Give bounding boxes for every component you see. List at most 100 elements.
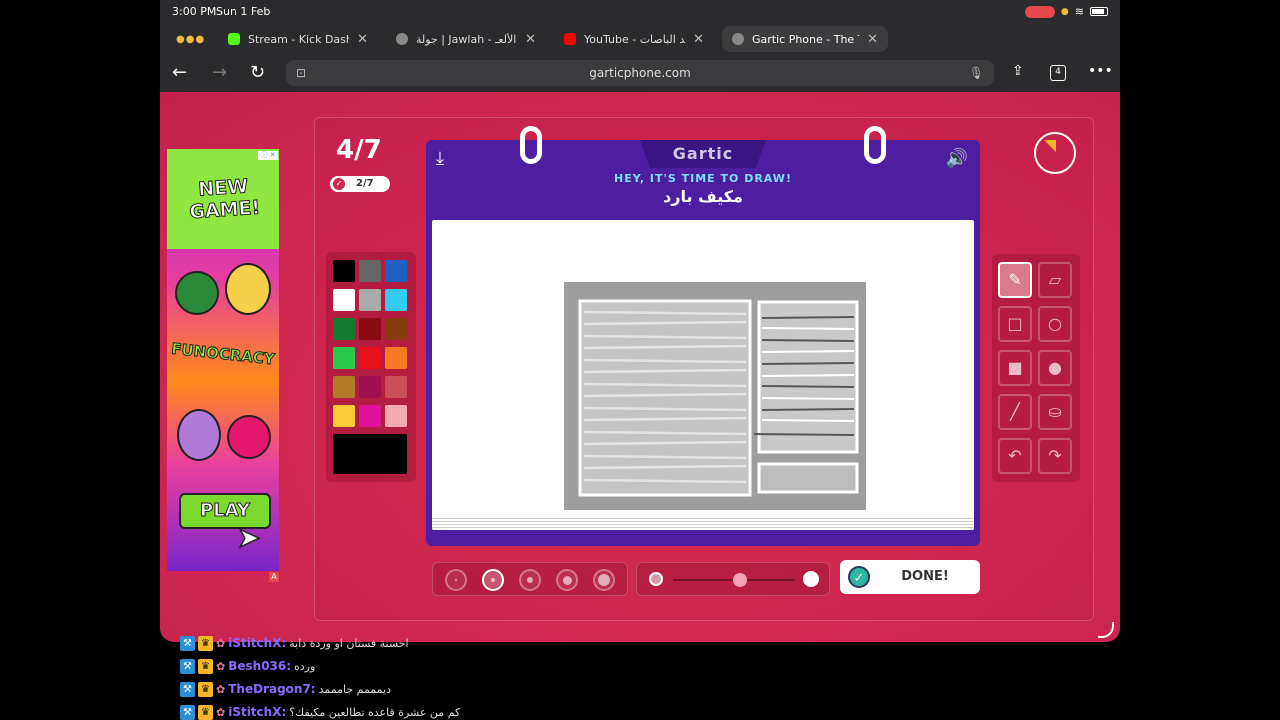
opacity-slider[interactable] bbox=[636, 562, 830, 596]
tab-count-button[interactable]: 4 bbox=[1050, 65, 1066, 81]
flower-badge-icon: ✿ bbox=[216, 659, 226, 673]
color-swatch[interactable] bbox=[333, 289, 355, 311]
color-swatch[interactable] bbox=[333, 347, 355, 369]
ad-headline: NEW GAME! bbox=[188, 175, 261, 224]
chat-username[interactable]: iStitchX: bbox=[228, 636, 286, 650]
color-swatch[interactable] bbox=[359, 289, 381, 311]
flower-badge-icon: ✿ bbox=[216, 636, 226, 650]
chat-username[interactable]: TheDragon7: bbox=[228, 682, 315, 696]
crown-badge-icon: ♛ bbox=[198, 681, 213, 697]
color-swatch[interactable] bbox=[385, 260, 407, 282]
bucket-icon[interactable]: ⛀ bbox=[1038, 394, 1072, 430]
color-swatch[interactable] bbox=[359, 347, 381, 369]
url-text: garticphone.com bbox=[589, 66, 691, 80]
chat-message: ⚒ ♛ ✿ iStitchX: كم من عشرة قاعده تطالعين مكي… bbox=[180, 703, 460, 720]
chat-username[interactable]: Besh036: bbox=[228, 659, 291, 673]
color-swatch[interactable] bbox=[385, 289, 407, 311]
ad-flag[interactable]: A bbox=[269, 572, 279, 582]
redo-icon[interactable]: ↷ bbox=[1038, 438, 1072, 474]
status-bar: 3:00 PM Sun 1 Feb ● ≋ bbox=[160, 0, 1120, 24]
brush-dot bbox=[455, 579, 457, 581]
color-swatch[interactable] bbox=[359, 318, 381, 340]
color-palette bbox=[326, 252, 416, 482]
drawing-canvas[interactable] bbox=[432, 220, 974, 530]
back-icon[interactable]: ← bbox=[172, 62, 187, 83]
battery-icon bbox=[1090, 7, 1108, 16]
rectangle-fill-icon[interactable]: ■ bbox=[998, 350, 1032, 386]
color-swatch[interactable] bbox=[333, 318, 355, 340]
rectangle-outline-icon[interactable]: □ bbox=[998, 306, 1032, 342]
globe-favicon-icon bbox=[396, 33, 408, 45]
opacity-max-icon bbox=[803, 571, 819, 587]
chat-message: ⚒ ♛ ✿ Besh036: ورده bbox=[180, 657, 315, 675]
tab-youtube[interactable]: YouTube - تجديد الباصات! ✕ bbox=[554, 26, 714, 52]
brush-size-option[interactable] bbox=[593, 569, 615, 591]
color-swatch[interactable] bbox=[333, 405, 355, 427]
ad-info-icon[interactable]: ⓘ ✕ bbox=[258, 151, 278, 160]
close-tab-icon[interactable]: ✕ bbox=[525, 32, 536, 47]
brush-dot bbox=[562, 575, 572, 585]
mic-icon[interactable]: 🎙 bbox=[969, 60, 984, 86]
opacity-handle[interactable] bbox=[733, 573, 748, 587]
color-swatch[interactable] bbox=[385, 376, 407, 398]
mic-indicator-icon: ● bbox=[1060, 6, 1069, 17]
close-tab-icon[interactable]: ✕ bbox=[867, 32, 878, 47]
more-icon[interactable]: ••• bbox=[1088, 63, 1113, 79]
tab-title: Stream - Kick Dashboar bbox=[248, 32, 349, 46]
chat-username[interactable]: iStitchX: bbox=[228, 705, 286, 719]
color-swatch[interactable] bbox=[359, 260, 381, 282]
ad-banner[interactable]: NEW GAME! FUNOCRACY PLAY ➤ bbox=[167, 149, 279, 571]
chat-text: ديمممم جامممد bbox=[318, 682, 391, 696]
cursor-arrow-icon: ➤ bbox=[236, 520, 261, 555]
color-swatch[interactable] bbox=[359, 376, 381, 398]
ad-brand: FUNOCRACY bbox=[170, 339, 276, 369]
moderator-badge-icon: ⚒ bbox=[180, 681, 195, 697]
close-tab-icon[interactable]: ✕ bbox=[357, 32, 368, 47]
share-icon[interactable]: ⇪ bbox=[1012, 63, 1024, 79]
prompt-word: مكيف بارد bbox=[663, 187, 743, 206]
ellipse-outline-icon[interactable]: ○ bbox=[1038, 306, 1072, 342]
brush-size-option[interactable] bbox=[556, 569, 578, 591]
tab-gartic[interactable]: Gartic Phone - The Teleg ✕ bbox=[722, 26, 888, 52]
sound-icon[interactable]: 🔊 bbox=[946, 148, 968, 169]
color-swatch[interactable] bbox=[385, 405, 407, 427]
color-swatch[interactable] bbox=[359, 405, 381, 427]
moderator-badge-icon: ⚒ bbox=[180, 658, 195, 674]
forward-icon[interactable]: → bbox=[212, 62, 227, 83]
brush-size-option[interactable] bbox=[445, 569, 467, 591]
line-icon[interactable]: ╱ bbox=[998, 394, 1032, 430]
eraser-icon[interactable]: ▱ bbox=[1038, 262, 1072, 298]
close-tab-icon[interactable]: ✕ bbox=[693, 32, 704, 47]
completed-counter: ✓ 2/7 bbox=[330, 176, 390, 192]
brush-size-option[interactable] bbox=[519, 569, 541, 591]
url-field[interactable]: ⊡ garticphone.com 🎙 bbox=[286, 60, 994, 86]
chat-message: ⚒ ♛ ✿ iStitchX: احسنة فستان او وردة دابة bbox=[180, 634, 409, 652]
ellipse-fill-icon[interactable]: ● bbox=[1038, 350, 1072, 386]
pencil-icon[interactable]: ✎ bbox=[998, 262, 1032, 298]
page-settings-icon[interactable]: ⊡ bbox=[296, 60, 306, 86]
brush-size-option[interactable] bbox=[482, 569, 504, 591]
check-icon: ✓ bbox=[333, 178, 345, 190]
done-button[interactable]: ✓ DONE! bbox=[840, 560, 980, 594]
browser-window: 3:00 PM Sun 1 Feb ● ≋ ●●● Stream - Kick … bbox=[160, 0, 1120, 642]
undo-icon[interactable]: ↶ bbox=[998, 438, 1032, 474]
color-swatch[interactable] bbox=[333, 376, 355, 398]
resize-handle[interactable] bbox=[1098, 622, 1114, 638]
screen-record-icon bbox=[1024, 5, 1055, 18]
tab-jawlah[interactable]: جولة | Jawlah - منصة الألعـ ✕ bbox=[386, 26, 546, 52]
tab-bar: ●●● Stream - Kick Dashboar ✕ جولة | Jawl… bbox=[160, 24, 1120, 70]
prompt-title: HEY, IT'S TIME TO DRAW! bbox=[614, 172, 792, 185]
download-icon[interactable]: ⤓ bbox=[436, 148, 444, 169]
tab-title: جولة | Jawlah - منصة الألعـ bbox=[416, 32, 517, 46]
color-swatch[interactable] bbox=[385, 347, 407, 369]
flower-badge-icon: ✿ bbox=[216, 682, 226, 696]
window-dots-icon[interactable]: ●●● bbox=[176, 34, 205, 45]
completed-count: 2/7 bbox=[356, 178, 374, 189]
color-swatch[interactable] bbox=[385, 318, 407, 340]
notebook-header: Gartic HEY, IT'S TIME TO DRAW! مكيف بارد… bbox=[426, 140, 980, 216]
reload-icon[interactable]: ↻ bbox=[250, 62, 265, 83]
character-face-icon bbox=[177, 409, 221, 461]
color-swatch[interactable] bbox=[333, 260, 355, 282]
tab-kick[interactable]: Stream - Kick Dashboar ✕ bbox=[218, 26, 378, 52]
youtube-favicon-icon bbox=[564, 33, 576, 45]
